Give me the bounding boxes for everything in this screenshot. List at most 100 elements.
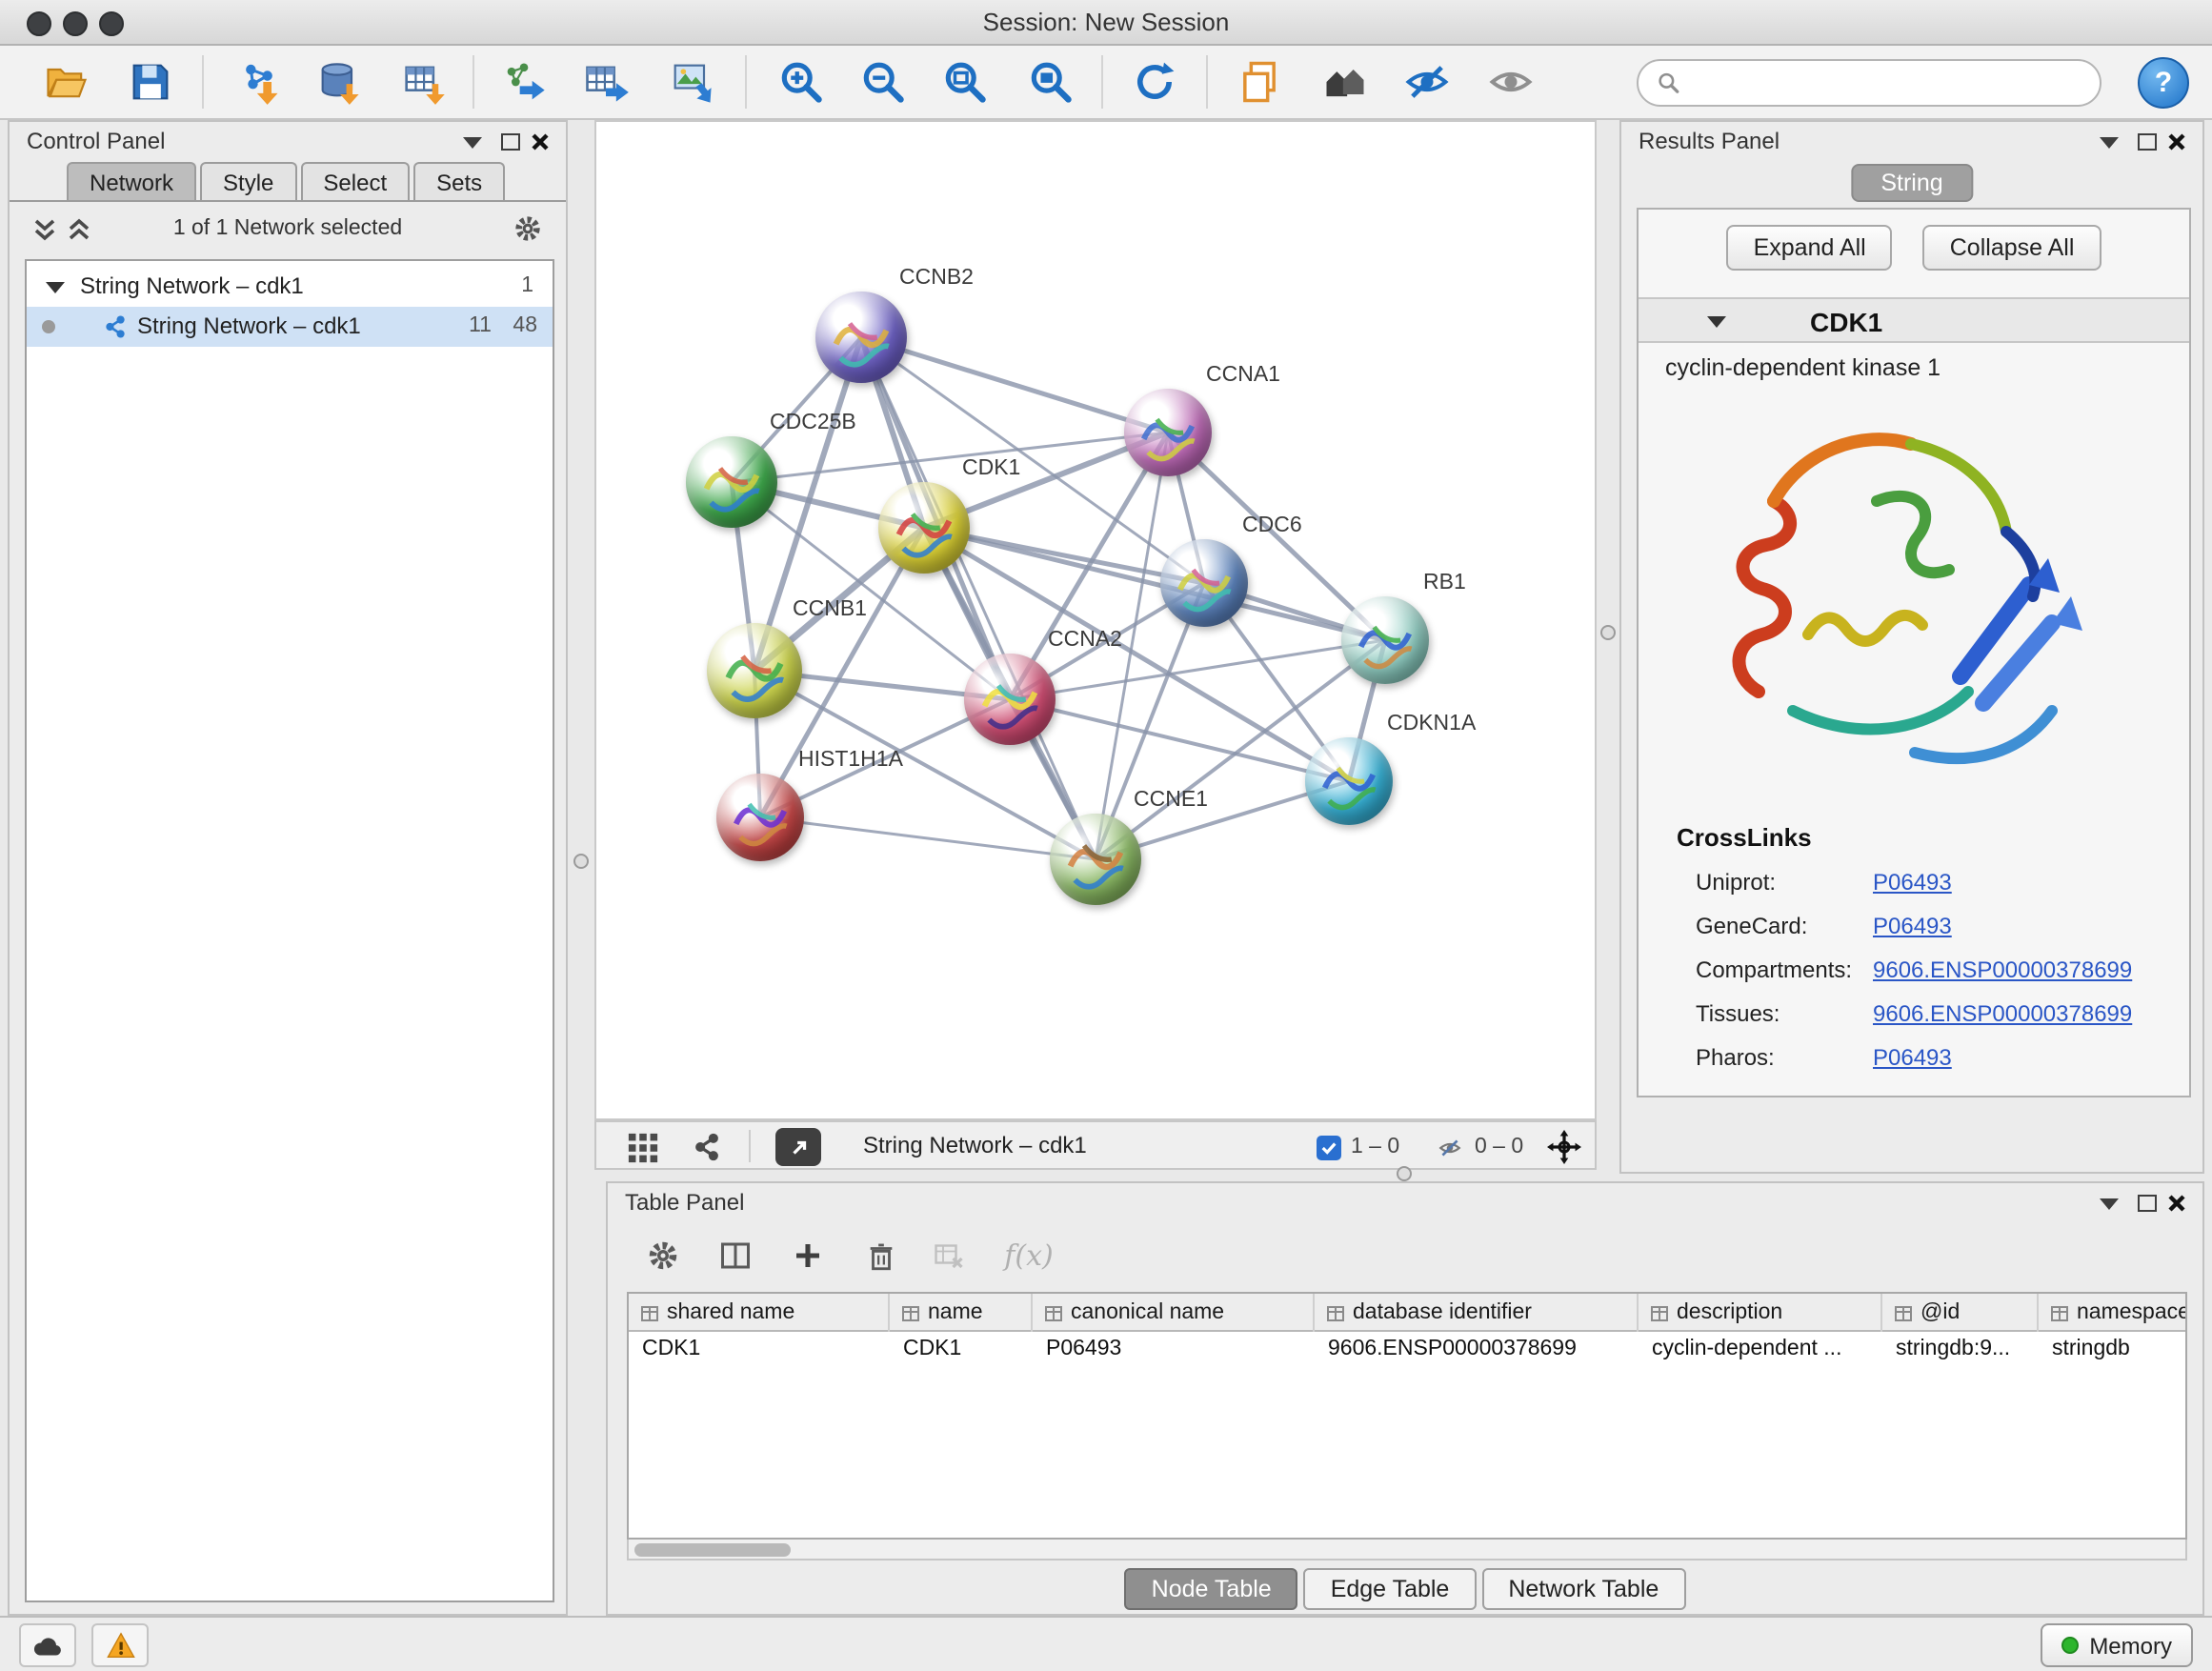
network-node-CCNE1[interactable] [1050,814,1141,905]
network-node-CDKN1A[interactable] [1305,737,1393,825]
tab-string[interactable]: String [1850,164,1973,202]
network-node-CDC25B[interactable] [686,436,777,528]
panel-menu-caret-icon[interactable] [2100,1198,2119,1210]
selected-checkbox-icon[interactable] [1317,1135,1341,1159]
network-node-CCNB1[interactable] [707,623,802,718]
tab-select[interactable]: Select [300,162,410,202]
table-row[interactable]: CDK1 CDK1 P06493 9606.ENSP00000378699 cy… [629,1332,2185,1366]
birdseye-toggle-button[interactable] [627,1128,659,1166]
show-columns-button[interactable] [707,1227,764,1284]
export-table-button[interactable] [573,51,638,112]
network-node-RB1[interactable] [1341,596,1429,684]
close-panel-icon[interactable] [530,131,551,152]
network-edge[interactable] [861,337,1168,433]
network-node-CDK1[interactable] [878,482,970,574]
tab-sets[interactable]: Sets [413,162,505,202]
network-node-CCNA1[interactable] [1124,389,1212,476]
close-panel-icon[interactable] [2166,131,2187,152]
expand-all-button[interactable]: Expand All [1727,225,1893,271]
column-header-canonical-name[interactable]: canonical name [1033,1294,1315,1332]
tissues-link[interactable]: 9606.ENSP00000378699 [1873,1000,2132,1027]
birdseye-home-button[interactable] [1313,51,1377,112]
section-caret-icon[interactable] [1707,316,1726,328]
tab-node-table[interactable]: Node Table [1125,1568,1298,1610]
network-node-CCNA2[interactable] [964,654,1056,745]
zoom-in-button[interactable] [768,51,833,112]
tab-style[interactable]: Style [200,162,296,202]
cloud-status-button[interactable] [19,1623,76,1667]
column-header-id[interactable]: @id [1882,1294,2039,1332]
show-all-button[interactable] [1478,51,1543,112]
hide-selected-button[interactable] [1395,51,1459,112]
network-canvas[interactable]: CCNB2CCNA1CDC25BCDK1CDC6RB1CCNB1CCNA2CDK… [594,120,1597,1120]
network-row-selected[interactable]: String Network – cdk1 11 48 [27,307,553,347]
clone-network-button[interactable] [492,51,556,112]
panel-menu-caret-icon[interactable] [2100,137,2119,149]
gear-icon[interactable] [513,213,543,244]
delete-column-button[interactable] [852,1227,909,1284]
search-input[interactable] [1692,70,2082,96]
open-session-button[interactable] [34,51,99,112]
import-table-file-button[interactable] [391,51,455,112]
network-edge[interactable] [760,817,1096,859]
zoom-fit-button[interactable] [932,51,996,112]
pharos-link[interactable]: P06493 [1873,1044,1952,1071]
memory-button[interactable]: Memory [2040,1623,2193,1667]
compartments-link[interactable]: 9606.ENSP00000378699 [1873,956,2132,983]
tree-caret-icon[interactable] [46,282,65,293]
function-builder-button-disabled[interactable]: f(x) [989,1227,1069,1284]
table-settings-button[interactable] [634,1227,692,1284]
gene-section-header[interactable]: CDK1 [1639,297,2189,343]
cell-namespace[interactable]: stringdb [2039,1332,2187,1366]
splitter-handle[interactable] [1600,625,1616,640]
export-image-button[interactable] [659,51,724,112]
column-header-database-identifier[interactable]: database identifier [1315,1294,1639,1332]
column-header-description[interactable]: description [1639,1294,1882,1332]
column-header-namespace[interactable]: namespace [2039,1294,2187,1332]
help-button[interactable]: ? [2138,57,2189,109]
network-edge[interactable] [861,337,1096,859]
scrollbar-thumb[interactable] [634,1542,791,1556]
import-network-database-button[interactable] [307,51,372,112]
zoom-out-button[interactable] [850,51,915,112]
save-session-button[interactable] [118,51,183,112]
network-overview-button[interactable] [692,1128,722,1166]
cell-database-identifier[interactable]: 9606.ENSP00000378699 [1315,1332,1639,1366]
network-collection-row[interactable]: String Network – cdk1 1 [27,267,553,307]
import-network-file-button[interactable] [227,51,292,112]
float-panel-icon[interactable] [2138,1195,2157,1212]
create-column-button[interactable] [779,1227,836,1284]
zoom-selected-button[interactable] [1017,51,1082,112]
tab-network[interactable]: Network [67,162,196,202]
collapse-all-button[interactable]: Collapse All [1923,225,2101,271]
current-network-indicator[interactable] [42,320,55,333]
column-header-shared-name[interactable]: shared name [629,1294,890,1332]
warnings-button[interactable] [91,1623,149,1667]
search-box[interactable] [1637,59,2101,107]
open-in-new-window-button[interactable] [775,1128,821,1166]
cell-description[interactable]: cyclin-dependent ... [1639,1332,1882,1366]
column-header-name[interactable]: name [890,1294,1033,1332]
refresh-view-button[interactable] [1122,51,1187,112]
delete-table-button-disabled[interactable] [920,1227,977,1284]
splitter-handle[interactable] [1397,1166,1412,1181]
genecard-link[interactable]: P06493 [1873,913,1952,939]
float-panel-icon[interactable] [501,133,520,151]
close-panel-icon[interactable] [2166,1193,2187,1214]
network-node-HIST1H1A[interactable] [716,774,804,861]
cell-canonical-name[interactable]: P06493 [1033,1332,1315,1366]
cell-name[interactable]: CDK1 [890,1332,1033,1366]
hidden-eye-slash-icon[interactable] [1435,1135,1465,1159]
float-panel-icon[interactable] [2138,133,2157,151]
network-edge[interactable] [924,528,1385,640]
cell-shared-name[interactable]: CDK1 [629,1332,890,1366]
tab-network-table[interactable]: Network Table [1481,1568,1685,1610]
horizontal-scrollbar[interactable] [627,1540,2187,1560]
network-node-CCNB2[interactable] [815,292,907,383]
pan-tool-button[interactable] [1547,1128,1581,1166]
tab-edge-table[interactable]: Edge Table [1304,1568,1477,1610]
panel-menu-caret-icon[interactable] [463,137,482,149]
splitter-handle[interactable] [573,854,589,869]
cell-id[interactable]: stringdb:9... [1882,1332,2039,1366]
network-node-CDC6[interactable] [1160,539,1248,627]
